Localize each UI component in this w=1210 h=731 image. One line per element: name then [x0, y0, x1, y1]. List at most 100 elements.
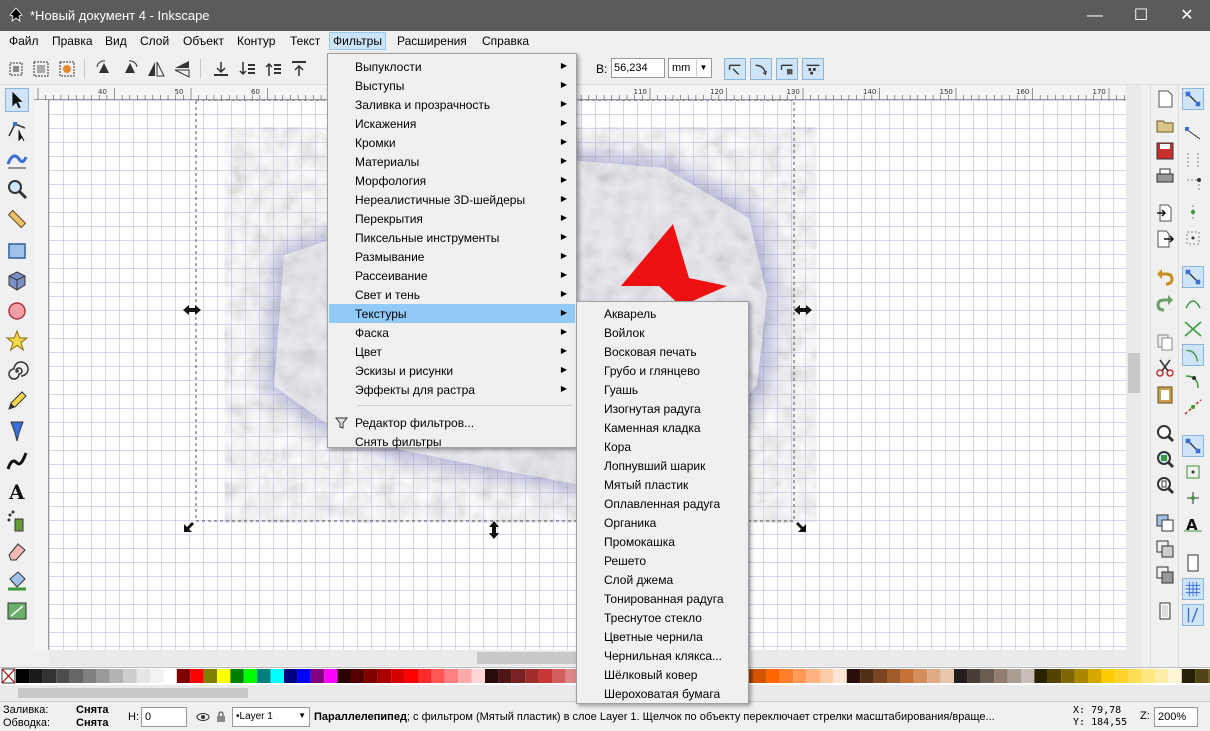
- tweak-tool-icon[interactable]: [5, 147, 29, 171]
- texture-item[interactable]: Слой джема: [578, 570, 747, 589]
- filters-menu-item[interactable]: Перекрытия ▶: [329, 209, 575, 228]
- color-swatch[interactable]: [109, 669, 124, 683]
- texture-item[interactable]: Лопнувший шарик: [578, 456, 747, 475]
- unlink-clone-icon[interactable]: [1154, 564, 1176, 586]
- scale-stroke-icon[interactable]: [724, 58, 746, 80]
- select-all-icon[interactable]: [5, 58, 27, 80]
- snap-nodes-icon[interactable]: [1182, 266, 1204, 288]
- snap-cusp-nodes-icon[interactable]: [1182, 344, 1204, 366]
- color-swatch[interactable]: [793, 669, 807, 683]
- color-swatch[interactable]: [485, 669, 499, 683]
- snap-bbox-midpoint-icon[interactable]: [1182, 201, 1204, 223]
- zoom-tool-icon[interactable]: [5, 177, 29, 201]
- open-folder-icon[interactable]: [1154, 114, 1176, 136]
- width-input[interactable]: 56,234: [611, 58, 665, 78]
- rectangle-tool-icon[interactable]: [5, 239, 29, 263]
- color-swatch[interactable]: [297, 669, 311, 683]
- filters-menu-item[interactable]: Искажения ▶: [329, 114, 575, 133]
- texture-item[interactable]: Тонированная радуга: [578, 589, 747, 608]
- star-tool-icon[interactable]: [5, 329, 29, 353]
- texture-item[interactable]: Грубо и глянцево: [578, 361, 747, 380]
- texture-item[interactable]: Мятый пластик: [578, 475, 747, 494]
- filters-menu-item[interactable]: Фаска ▶: [329, 323, 575, 342]
- rotate-ccw-icon[interactable]: [93, 58, 115, 80]
- snap-guides-icon[interactable]: [1182, 604, 1204, 626]
- color-swatch[interactable]: [203, 669, 217, 683]
- color-swatch[interactable]: [83, 669, 97, 683]
- color-swatch[interactable]: [364, 669, 378, 683]
- color-swatch[interactable]: [967, 669, 981, 683]
- color-swatch[interactable]: [1168, 669, 1182, 683]
- snap-smooth-nodes-icon[interactable]: [1182, 370, 1204, 392]
- flip-horizontal-icon[interactable]: [145, 58, 167, 80]
- color-swatch[interactable]: [351, 669, 365, 683]
- zoom-page-icon[interactable]: [1154, 474, 1176, 496]
- color-swatch[interactable]: [337, 669, 351, 683]
- close-button[interactable]: ✕: [1164, 0, 1210, 31]
- color-swatch[interactable]: [538, 669, 552, 683]
- filters-menu-item[interactable]: Выступы ▶: [329, 76, 575, 95]
- cut-icon[interactable]: [1154, 357, 1176, 379]
- snap-paths-icon[interactable]: [1182, 292, 1204, 314]
- color-swatch[interactable]: [1195, 669, 1209, 683]
- color-swatch[interactable]: [458, 669, 472, 683]
- filters-menu-item[interactable]: Пиксельные инструменты ▶: [329, 228, 575, 247]
- zoom-selection-icon[interactable]: [1154, 422, 1176, 444]
- snap-intersections-icon[interactable]: [1182, 318, 1204, 340]
- texture-item[interactable]: Акварель: [578, 304, 747, 323]
- color-swatch[interactable]: [1074, 669, 1088, 683]
- opacity-input[interactable]: 0: [141, 707, 187, 727]
- filters-menu-item[interactable]: Цвет ▶: [329, 342, 575, 361]
- filters-menu-item[interactable]: Эскизы и рисунки ▶: [329, 361, 575, 380]
- color-swatch[interactable]: [940, 669, 954, 683]
- texture-item[interactable]: Войлок: [578, 323, 747, 342]
- color-swatch[interactable]: [753, 669, 767, 683]
- flip-vertical-icon[interactable]: [171, 58, 193, 80]
- texture-item[interactable]: Шёлковый ковер: [578, 665, 747, 684]
- color-swatch[interactable]: [887, 669, 901, 683]
- texture-item[interactable]: Гуашь: [578, 380, 747, 399]
- lock-icon[interactable]: [214, 710, 228, 724]
- raise-to-top-icon[interactable]: [288, 58, 310, 80]
- spray-tool-icon[interactable]: [5, 509, 29, 533]
- menu-extensions[interactable]: Расширения: [397, 34, 467, 48]
- snap-rotation-center-icon[interactable]: [1182, 487, 1204, 509]
- transform-gradient-icon[interactable]: [776, 58, 798, 80]
- color-swatch[interactable]: [391, 669, 405, 683]
- color-swatch[interactable]: [243, 669, 258, 683]
- color-swatch[interactable]: [190, 669, 204, 683]
- color-swatch[interactable]: [324, 669, 338, 683]
- color-swatch[interactable]: [136, 669, 150, 683]
- copy-icon[interactable]: [1154, 331, 1176, 353]
- ellipse-tool-icon[interactable]: [5, 299, 29, 323]
- export-icon[interactable]: [1154, 228, 1176, 250]
- color-swatch[interactable]: [806, 669, 820, 683]
- duplicate-icon[interactable]: [1154, 512, 1176, 534]
- color-swatch[interactable]: [820, 669, 834, 683]
- color-swatch[interactable]: [1007, 669, 1021, 683]
- filter-editor-item[interactable]: Редактор фильтров...: [329, 413, 575, 432]
- vertical-scrollbar[interactable]: [1126, 85, 1142, 650]
- fill-value[interactable]: Снята: [76, 704, 109, 716]
- selector-tool-icon[interactable]: [5, 88, 29, 112]
- measure-tool-icon[interactable]: [5, 207, 29, 231]
- lower-icon[interactable]: [236, 58, 258, 80]
- remove-filters-item[interactable]: Снять фильтры: [329, 432, 575, 451]
- eraser-tool-icon[interactable]: [5, 539, 29, 563]
- menu-view[interactable]: Вид: [105, 34, 127, 48]
- color-swatch[interactable]: [404, 669, 418, 683]
- color-swatch[interactable]: [900, 669, 914, 683]
- group-icon[interactable]: [1154, 600, 1176, 622]
- gradient-tool-icon[interactable]: [5, 599, 29, 623]
- text-tool-icon[interactable]: A: [5, 479, 29, 503]
- pen-tool-icon[interactable]: [5, 419, 29, 443]
- texture-item[interactable]: Промокашка: [578, 532, 747, 551]
- menu-help[interactable]: Справка: [482, 34, 529, 48]
- filters-menu-item[interactable]: Размывание ▶: [329, 247, 575, 266]
- color-swatch[interactable]: [1061, 669, 1075, 683]
- color-swatch[interactable]: [1047, 669, 1062, 683]
- snap-enable-icon[interactable]: [1182, 88, 1204, 110]
- snap-grids-icon[interactable]: [1182, 578, 1204, 600]
- color-swatch[interactable]: [1114, 669, 1129, 683]
- color-swatch[interactable]: [833, 669, 847, 683]
